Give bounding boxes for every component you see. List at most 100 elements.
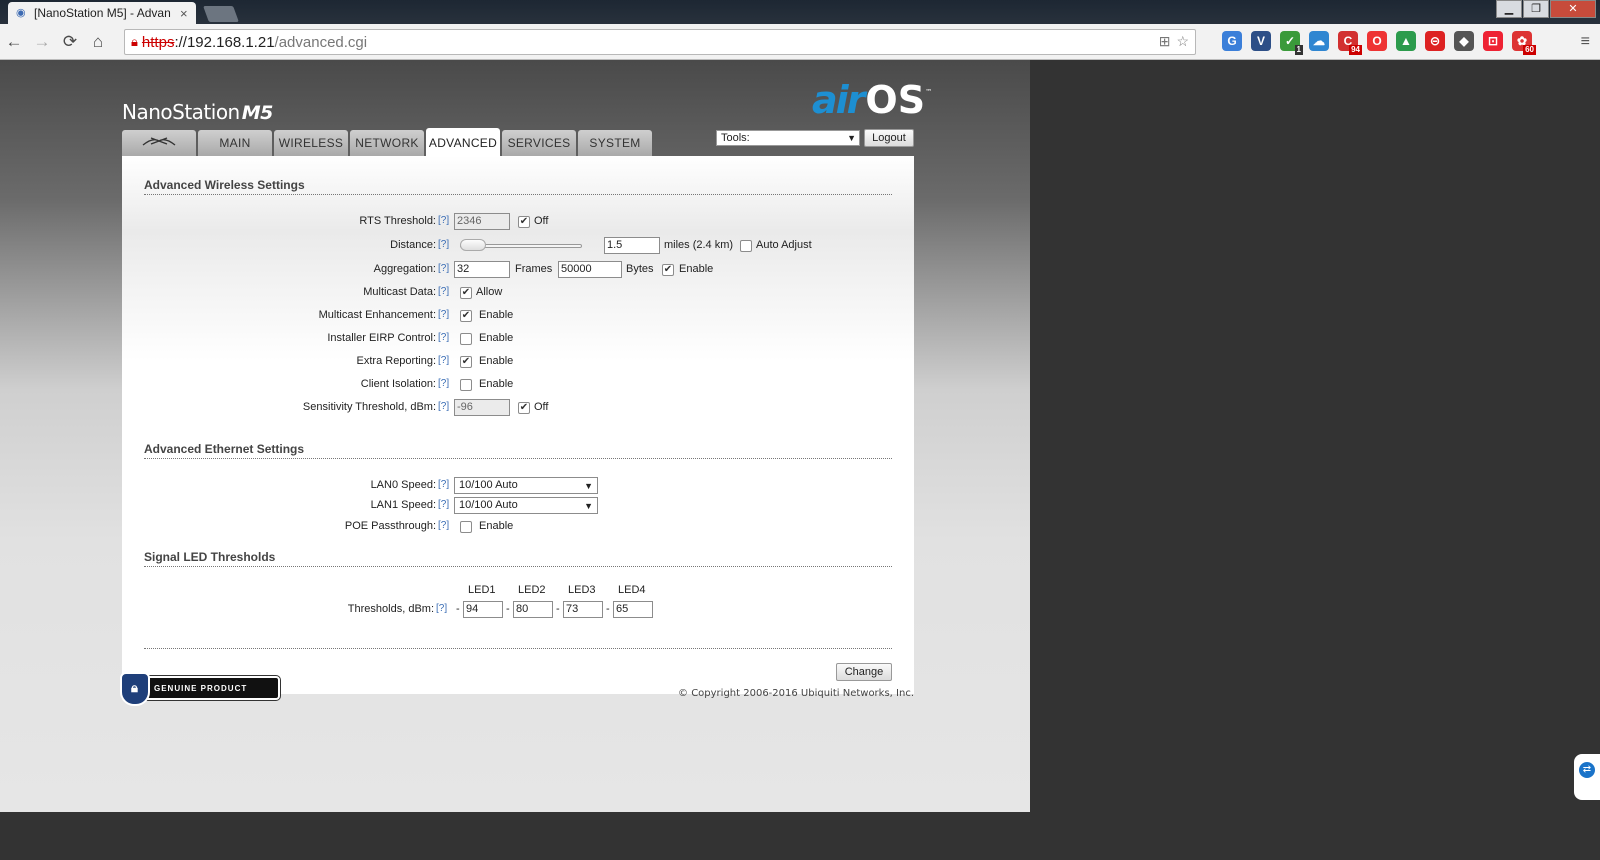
opera-extension-icon[interactable]: O bbox=[1367, 31, 1387, 51]
distance-slider-handle[interactable] bbox=[460, 239, 486, 251]
eirp-control-checkbox[interactable] bbox=[460, 333, 472, 345]
extra-reporting-checkbox[interactable]: ✔ bbox=[460, 356, 472, 368]
new-tab-button[interactable] bbox=[203, 6, 239, 22]
minimize-icon[interactable]: ▁ bbox=[1496, 0, 1522, 18]
eirp-control-row: Installer EIRP Control: [?] Enable bbox=[122, 329, 914, 349]
aggregation-frames-input[interactable]: 32 bbox=[454, 261, 510, 278]
help-link[interactable]: [?] bbox=[438, 332, 449, 343]
close-window-icon[interactable]: ✕ bbox=[1550, 0, 1596, 18]
cloud-extension-icon[interactable]: ☁ bbox=[1309, 31, 1329, 51]
aggregation-row: Aggregation: [?] 32 Frames 50000 Bytes ✔… bbox=[122, 260, 914, 280]
tab-system[interactable]: SYSTEM bbox=[578, 130, 652, 156]
poe-passthrough-checkbox[interactable] bbox=[460, 521, 472, 533]
help-link[interactable]: [?] bbox=[438, 479, 449, 490]
led3-threshold-input[interactable]: 73 bbox=[563, 601, 603, 618]
restore-icon[interactable]: ❐ bbox=[1523, 0, 1549, 18]
help-link[interactable]: [?] bbox=[438, 215, 449, 226]
distance-unit: miles (2.4 km) bbox=[664, 239, 734, 251]
help-link[interactable]: [?] bbox=[438, 263, 449, 274]
led4-threshold-input[interactable]: 65 bbox=[613, 601, 653, 618]
multicast-enhancement-label: Multicast Enhancement: bbox=[318, 309, 436, 321]
dropdown-arrow-icon: ▼ bbox=[847, 133, 856, 143]
lan0-speed-value: 10/100 Auto bbox=[459, 479, 518, 491]
led2-threshold-input[interactable]: 80 bbox=[513, 601, 553, 618]
aggregation-label: Aggregation: bbox=[373, 263, 436, 275]
empty-viewport-area bbox=[1030, 60, 1600, 812]
translate-extension-icon[interactable]: G bbox=[1222, 31, 1242, 51]
help-link[interactable]: [?] bbox=[438, 499, 449, 510]
home-icon[interactable]: ⌂ bbox=[84, 32, 112, 52]
forward-icon[interactable]: → bbox=[28, 32, 56, 52]
address-bar[interactable]: 🔒︎ https ://192.168.1.21 /advanced.cgi ⊞… bbox=[124, 29, 1196, 55]
help-link[interactable]: [?] bbox=[438, 520, 449, 531]
help-link[interactable]: [?] bbox=[438, 309, 449, 320]
poe-passthrough-option: Enable bbox=[479, 520, 514, 532]
stop-extension-icon[interactable]: ⊝ bbox=[1425, 31, 1445, 51]
tab-close-icon[interactable]: × bbox=[180, 6, 188, 21]
client-isolation-checkbox[interactable] bbox=[460, 379, 472, 391]
tab-advanced[interactable]: ADVANCED bbox=[426, 128, 500, 156]
settings-panel: Advanced Wireless Settings RTS Threshold… bbox=[122, 156, 914, 694]
rts-off-checkbox[interactable]: ✔ bbox=[518, 216, 530, 228]
teamviewer-icon: ⇄ bbox=[1579, 762, 1595, 778]
browser-menu-icon[interactable]: ≡ bbox=[1581, 33, 1590, 51]
led-dash: - bbox=[556, 603, 560, 615]
led-dash: - bbox=[456, 603, 460, 615]
ghostery-extension-icon[interactable]: ◆ bbox=[1454, 31, 1474, 51]
vk-extension-icon[interactable]: V bbox=[1251, 31, 1271, 51]
aggregation-bytes-input[interactable]: 50000 bbox=[558, 261, 622, 278]
shield-extension-icon[interactable]: ✓ 1 bbox=[1280, 31, 1303, 55]
poe-passthrough-row: POE Passthrough: [?] Enable bbox=[122, 517, 914, 537]
aggregation-enable-label: Enable bbox=[679, 263, 714, 275]
translate-icon[interactable]: ⊞ bbox=[1159, 33, 1171, 50]
logout-button[interactable]: Logout bbox=[864, 129, 914, 147]
shopping-extension-icon[interactable]: ⊡ bbox=[1483, 31, 1503, 51]
wifi-favicon-icon: ◉ bbox=[16, 7, 26, 19]
red-badge-extension-icon[interactable]: C 94 bbox=[1338, 31, 1362, 55]
lan0-speed-select[interactable]: 10/100 Auto ▼ bbox=[454, 477, 598, 494]
led-section-title: Signal LED Thresholds bbox=[144, 550, 276, 564]
help-link[interactable]: [?] bbox=[438, 355, 449, 366]
sensitivity-threshold-input[interactable]: -96 bbox=[454, 399, 510, 416]
back-icon[interactable]: ← bbox=[0, 32, 28, 52]
insecure-lock-icon[interactable]: 🔒︎ bbox=[131, 34, 138, 50]
led1-threshold-input[interactable]: 94 bbox=[463, 601, 503, 618]
sensitivity-off-checkbox[interactable]: ✔ bbox=[518, 402, 530, 414]
tab-network[interactable]: NETWORK bbox=[350, 130, 424, 156]
aggregation-enable-checkbox[interactable]: ✔ bbox=[662, 264, 674, 276]
tab-main[interactable]: MAIN bbox=[198, 130, 272, 156]
distance-input[interactable]: 1.5 bbox=[604, 237, 660, 254]
bookmark-star-icon[interactable]: ☆ bbox=[1176, 33, 1189, 50]
tools-dropdown-value: Tools: bbox=[721, 132, 750, 144]
main-nav: MAIN WIRELESS NETWORK ADVANCED SERVICES … bbox=[122, 128, 652, 156]
poe-passthrough-label: POE Passthrough: bbox=[344, 520, 436, 532]
change-button[interactable]: Change bbox=[836, 663, 892, 681]
auto-adjust-checkbox[interactable] bbox=[740, 240, 752, 252]
footer-divider bbox=[144, 648, 892, 649]
lastpass-extension-icon[interactable]: ✿ 60 bbox=[1512, 31, 1536, 55]
extension-icons: G V ✓ 1 ☁ C 94 O ▲ ⊝ ◆ ⊡ ✿ 60 bbox=[1222, 31, 1536, 55]
browser-tab[interactable]: ◉ [NanoStation M5] - Advan × bbox=[8, 2, 196, 24]
auto-adjust-label: Auto Adjust bbox=[756, 239, 812, 251]
multicast-data-label: Multicast Data: bbox=[363, 286, 436, 298]
led-dash: - bbox=[606, 603, 610, 615]
help-link[interactable]: [?] bbox=[438, 378, 449, 389]
rts-threshold-input[interactable]: 2346 bbox=[454, 213, 510, 230]
multicast-data-checkbox[interactable]: ✔ bbox=[460, 287, 472, 299]
led3-header: LED3 bbox=[568, 584, 596, 596]
help-link[interactable]: [?] bbox=[438, 286, 449, 297]
multicast-enhancement-checkbox[interactable]: ✔ bbox=[460, 310, 472, 322]
tab-wireless[interactable]: WIRELESS bbox=[274, 130, 348, 156]
tab-services[interactable]: SERVICES bbox=[502, 130, 576, 156]
tools-dropdown[interactable]: Tools: ▼ bbox=[716, 130, 860, 146]
help-link[interactable]: [?] bbox=[436, 603, 447, 614]
tab-ubnt-logo[interactable] bbox=[122, 130, 196, 156]
help-link[interactable]: [?] bbox=[438, 401, 449, 412]
drive-extension-icon[interactable]: ▲ bbox=[1396, 31, 1416, 51]
lan1-speed-select[interactable]: 10/100 Auto ▼ bbox=[454, 497, 598, 514]
extra-reporting-row: Extra Reporting: [?] ✔ Enable bbox=[122, 352, 914, 372]
ethernet-section-title: Advanced Ethernet Settings bbox=[144, 442, 305, 456]
teamviewer-widget[interactable]: ⇄ bbox=[1574, 754, 1600, 800]
reload-icon[interactable]: ⟳ bbox=[56, 32, 84, 52]
help-link[interactable]: [?] bbox=[438, 239, 449, 250]
